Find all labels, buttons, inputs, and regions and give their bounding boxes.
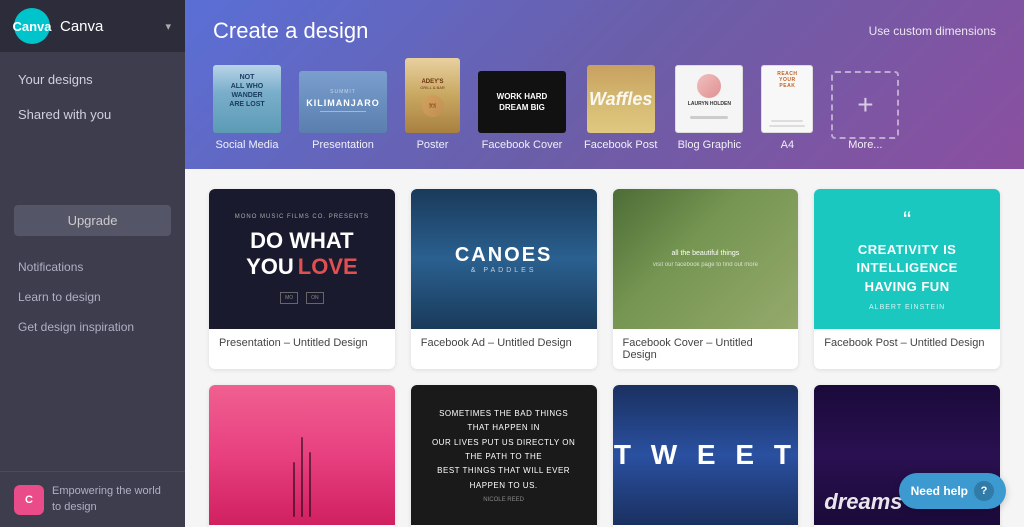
- template-grid: NOTALL WHOWANDERARE LOST Social Media SU…: [213, 58, 996, 151]
- designs-area: MONO MUSIC FILMS CO. PRESENTS DO WHAT YO…: [185, 169, 1024, 527]
- design-label-1: Presentation – Untitled Design: [209, 329, 395, 357]
- sidebar-bottom-links: Notifications Learn to design Get design…: [0, 246, 185, 348]
- template-a4[interactable]: REACHYOURPEAK A4: [761, 65, 813, 151]
- design-card-3[interactable]: all the beautiful thingsvisit our facebo…: [613, 189, 799, 369]
- template-social-media[interactable]: NOTALL WHOWANDERARE LOST Social Media: [213, 65, 281, 151]
- design-card-1[interactable]: MONO MUSIC FILMS CO. PRESENTS DO WHAT YO…: [209, 189, 395, 369]
- template-more[interactable]: + More...: [831, 71, 899, 151]
- template-facebook-post[interactable]: Waffles Facebook Post: [584, 65, 657, 151]
- sidebar-item-shared-with-you[interactable]: Shared with you: [0, 97, 185, 132]
- design-label-3: Facebook Cover – Untitled Design: [613, 329, 799, 369]
- sidebar-item-your-designs[interactable]: Your designs: [0, 62, 185, 97]
- sidebar-header[interactable]: Canva Canva ▾: [0, 0, 185, 52]
- main-content: Create a design Use custom dimensions NO…: [185, 0, 1024, 527]
- custom-dimensions-link[interactable]: Use custom dimensions: [869, 24, 996, 38]
- sidebar-footer-tagline: Empowering the world to design: [52, 484, 171, 515]
- template-facebook-cover[interactable]: WORK HARDDREAM BIG Facebook Cover: [478, 71, 566, 151]
- more-icon: +: [831, 71, 899, 139]
- sidebar-item-learn-to-design[interactable]: Learn to design: [0, 282, 185, 312]
- create-design-title: Create a design: [213, 18, 368, 44]
- need-help-button[interactable]: Need help ?: [899, 473, 1006, 509]
- sidebar-item-notifications[interactable]: Notifications: [0, 252, 185, 282]
- template-blog-graphic[interactable]: LAURYN HOLDEN Blog Graphic: [675, 65, 743, 151]
- help-icon: ?: [974, 481, 994, 501]
- canva-footer-logo: C: [14, 485, 44, 515]
- design-label-2: Facebook Ad – Untitled Design: [411, 329, 597, 357]
- sidebar-nav: Your designs Shared with you: [0, 52, 185, 195]
- canva-logo-icon: Canva: [14, 8, 50, 44]
- design-card-6[interactable]: SOMETIMES THE BAD THINGS THAT HAPPEN INO…: [411, 385, 597, 527]
- template-presentation[interactable]: SUMMIT KILIMANJARO Presentation: [299, 71, 387, 151]
- design-card-4[interactable]: “ CREATIVITY IS INTELLIGENCE HAVING FUN …: [814, 189, 1000, 369]
- designs-grid: MONO MUSIC FILMS CO. PRESENTS DO WHAT YO…: [209, 189, 1000, 527]
- sidebar-item-get-inspiration[interactable]: Get design inspiration: [0, 312, 185, 342]
- upgrade-button-wrap: Upgrade: [0, 195, 185, 246]
- upgrade-button[interactable]: Upgrade: [14, 205, 171, 236]
- template-poster[interactable]: ADEY'SGRILL & BAR 🍽 Poster: [405, 58, 460, 151]
- design-card-5[interactable]: [209, 385, 395, 527]
- design-card-2[interactable]: CANOES & PADDLES Facebook Ad – Untitled …: [411, 189, 597, 369]
- sidebar: Canva Canva ▾ Your designs Shared with y…: [0, 0, 185, 527]
- create-design-banner: Create a design Use custom dimensions NO…: [185, 0, 1024, 169]
- sidebar-brand-name: Canva: [60, 18, 165, 35]
- design-card-7[interactable]: T W E E T: [613, 385, 799, 527]
- sidebar-footer: C Empowering the world to design: [0, 471, 185, 527]
- chevron-down-icon: ▾: [165, 20, 171, 33]
- design-label-4: Facebook Post – Untitled Design: [814, 329, 1000, 357]
